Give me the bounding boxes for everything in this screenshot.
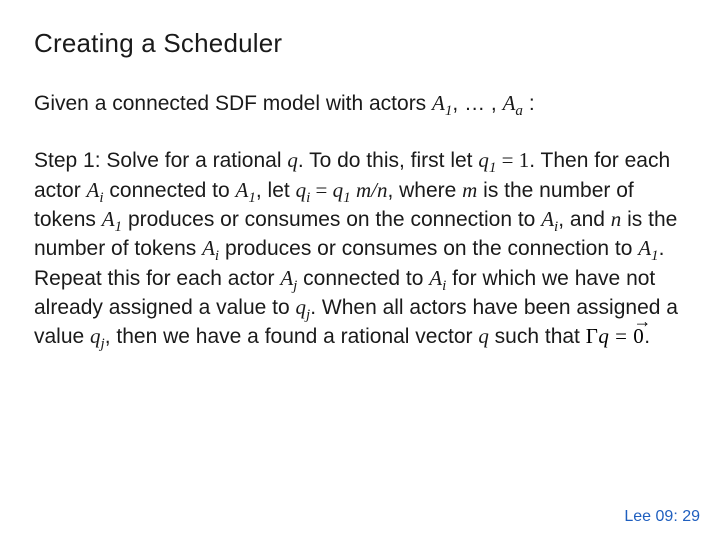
text-run: connected to <box>104 179 236 202</box>
subscript-1: 1 <box>343 190 351 206</box>
subscript-1: 1 <box>248 190 256 206</box>
letter-A: A <box>280 266 293 290</box>
text-run: . To do this, first let <box>298 149 479 172</box>
letter-A: A <box>236 178 249 202</box>
symbol-Ai: Ai <box>87 178 104 202</box>
slide: Creating a Scheduler Given a connected S… <box>0 0 720 540</box>
symbol-Ai: Ai <box>429 266 446 290</box>
intro-line: Given a connected SDF model with actors … <box>34 89 686 118</box>
text-run: , then we have a found a rational vector <box>105 325 479 348</box>
symbol-A1: A1 <box>432 91 452 115</box>
intro-text: Given a connected SDF model with actors <box>34 92 432 115</box>
text-run: produces or consumes on the connection t… <box>219 237 638 260</box>
letter-q: q <box>478 148 489 172</box>
letter-A: A <box>541 207 554 231</box>
equation-gamma-q-eq-zero: Γq = 0 <box>586 322 644 350</box>
symbol-A1: A1 <box>638 236 658 260</box>
letter-q: q <box>90 324 101 348</box>
body-paragraph: Step 1: Solve for a rational q. To do th… <box>34 146 686 351</box>
symbol-m: m <box>462 178 477 202</box>
equals: = <box>609 324 633 348</box>
text-run: Step 1: Solve for a rational <box>34 149 287 172</box>
letter-A: A <box>638 236 651 260</box>
symbol-q1: q1 <box>333 178 351 202</box>
letter-q: q <box>296 178 307 202</box>
slide-footer: Lee 09: 29 <box>624 508 700 526</box>
letter-q: q <box>333 178 344 202</box>
text-run: , and <box>558 208 611 231</box>
intro-colon: : <box>523 92 535 115</box>
symbol-Aj: Aj <box>280 266 297 290</box>
letter-A: A <box>429 266 442 290</box>
letter-A: A <box>432 91 445 115</box>
symbol-q: q <box>287 148 298 172</box>
text-run: , where <box>387 179 462 202</box>
vector-zero: 0 <box>633 322 644 350</box>
letter-q: q <box>296 295 307 319</box>
symbol-n: n <box>611 207 622 231</box>
subscript-1: 1 <box>115 219 123 235</box>
letter-A: A <box>102 207 115 231</box>
symbol-q1: q1 <box>478 148 496 172</box>
slide-title: Creating a Scheduler <box>34 28 686 59</box>
subscript-1: 1 <box>651 249 659 265</box>
subscript-a: a <box>515 103 523 119</box>
symbol-q: q <box>598 324 609 348</box>
text-run: , let <box>256 179 296 202</box>
text-run: produces or consumes on the connection t… <box>122 208 541 231</box>
symbol-Gamma: Γ <box>586 324 599 348</box>
separator-ellipsis: , … , <box>452 92 502 115</box>
symbol-q: q <box>478 324 489 348</box>
symbol-qi: qi <box>296 178 311 202</box>
letter-A: A <box>202 236 215 260</box>
symbol-Ai: Ai <box>202 236 219 260</box>
letter-A: A <box>87 178 100 202</box>
text-run: connected to <box>297 267 429 290</box>
letter-A: A <box>503 91 516 115</box>
symbol-Ai: Ai <box>541 207 558 231</box>
text-run: such that <box>489 325 586 348</box>
fraction-mn: m/n <box>351 178 388 202</box>
symbol-qj: qj <box>296 295 311 319</box>
symbol-qj: qj <box>90 324 105 348</box>
symbol-A1: A1 <box>102 207 122 231</box>
number-one: 1 <box>519 148 530 172</box>
symbol-A1: A1 <box>236 178 256 202</box>
symbol-Aa: Aa <box>503 91 523 115</box>
equals: = <box>310 178 332 202</box>
equals: = <box>496 148 518 172</box>
